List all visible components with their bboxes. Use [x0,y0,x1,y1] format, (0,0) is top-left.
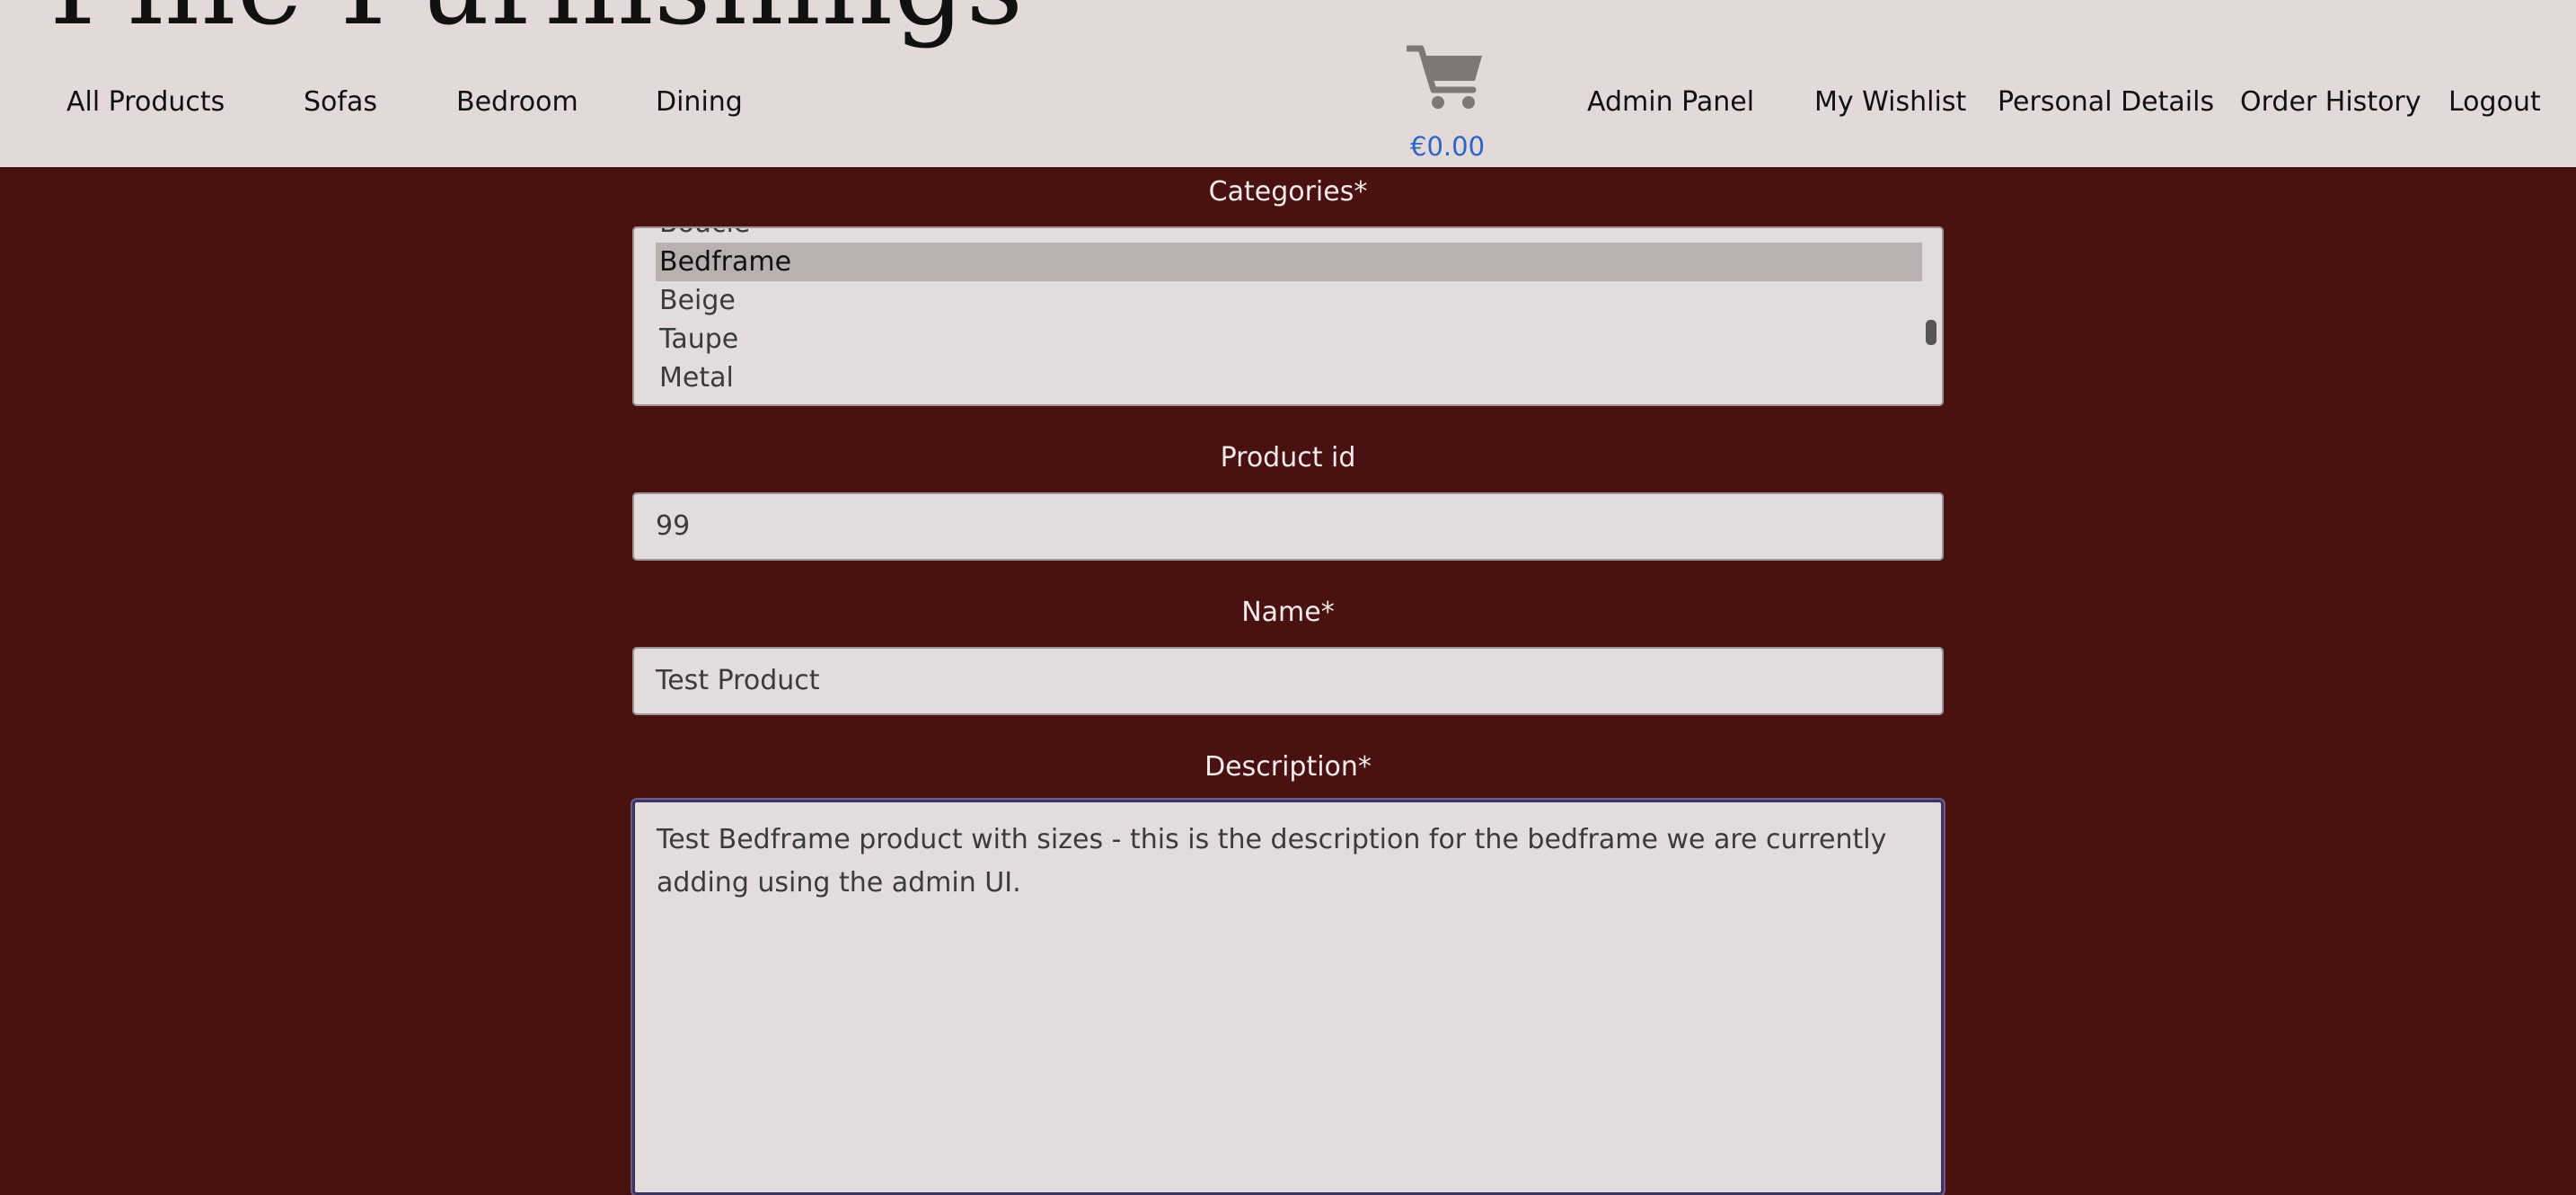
name-input[interactable]: Test Product [632,647,1944,715]
name-label: Name* [1241,597,1335,628]
product-id-label: Product id [1220,442,1356,474]
listbox-scrollbar[interactable] [1926,320,1936,345]
categories-label: Categories* [1208,176,1368,208]
category-option[interactable]: Boucle [656,228,1922,243]
cart-icon[interactable] [1407,43,1484,113]
categories-listbox[interactable]: Boucle Bedframe Beige Taupe Metal [632,226,1944,406]
category-option[interactable]: Metal [656,358,1922,397]
site-logo[interactable]: Fine Furnishings [49,0,1024,41]
nav-admin-panel[interactable]: Admin Panel [1587,84,1754,120]
nav-personal-details[interactable]: Personal Details [1998,84,2214,120]
nav-my-wishlist[interactable]: My Wishlist [1814,84,1966,120]
cart-total[interactable]: €0.00 [1410,128,1485,164]
category-option[interactable]: Taupe [656,320,1922,358]
nav-bedroom[interactable]: Bedroom [456,84,578,120]
nav-order-history[interactable]: Order History [2240,84,2422,120]
description-textarea[interactable]: Test Bedframe product with sizes - this … [632,800,1944,1195]
site-header: Fine Furnishings All Products Sofas Bedr… [0,0,2576,167]
nav-sofas[interactable]: Sofas [304,84,377,120]
description-label: Description* [1204,751,1372,783]
category-option[interactable]: Beige [656,281,1922,320]
product-id-input[interactable]: 99 [632,492,1944,561]
category-option-selected[interactable]: Bedframe [656,243,1922,281]
nav-logout[interactable]: Logout [2448,84,2541,120]
nav-dining[interactable]: Dining [656,84,743,120]
nav-all-products[interactable]: All Products [66,84,225,120]
